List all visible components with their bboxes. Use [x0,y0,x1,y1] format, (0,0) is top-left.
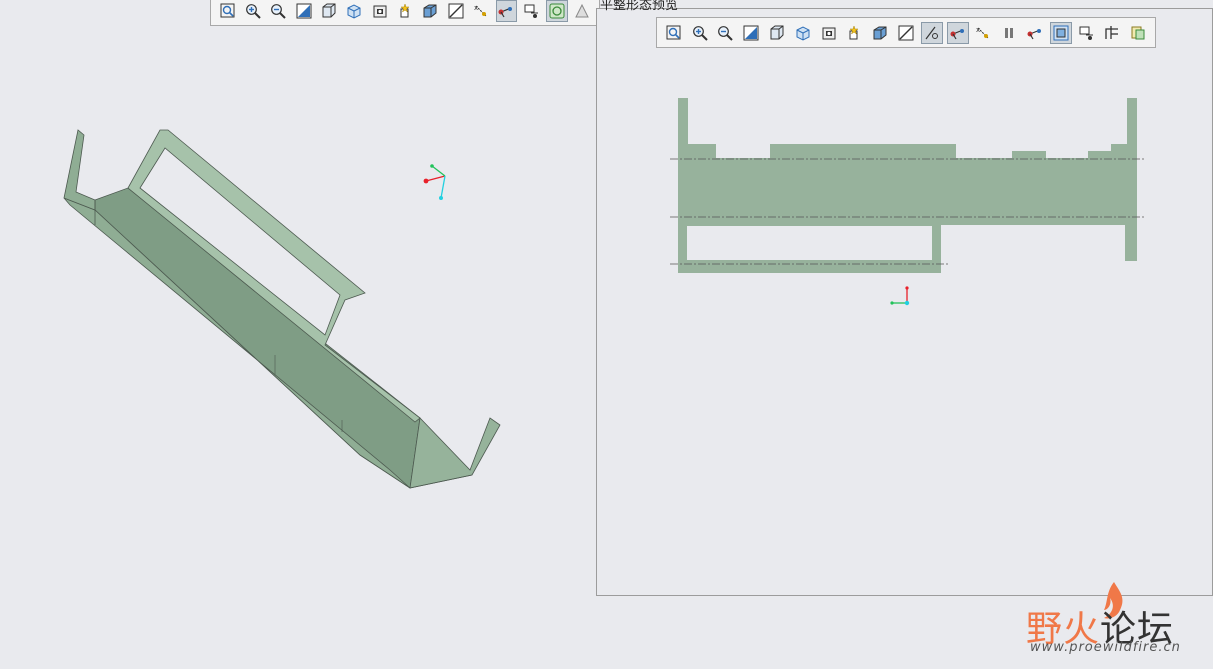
appearance-button[interactable] [546,0,568,22]
cut-icon [448,3,464,18]
csys-glyph [423,164,446,200]
pause-button[interactable] [998,22,1020,44]
spin-center-button[interactable] [1076,22,1098,44]
forum-watermark: 野火论坛 www.proewildfire.cn [1026,580,1213,665]
annotation-display-button[interactable] [1024,22,1046,44]
spin-center-button[interactable] [521,0,542,22]
zoom-in-icon [692,25,708,41]
saved-orientations-icon [796,25,810,41]
datum-display-icon: x [474,4,487,16]
axis-display-icon [950,28,964,39]
zoom-out-icon [718,25,734,41]
annotation-display-icon [1027,28,1042,39]
zoom-in-button[interactable] [689,22,711,44]
section-view-button[interactable] [869,22,891,44]
pause-icon [1005,27,1014,38]
perspective-view-icon [849,24,860,39]
spin-center-icon [1079,26,1093,40]
display-style-icon [770,25,784,39]
saved-orientations-button[interactable] [344,0,365,22]
repaint-icon [743,25,759,40]
section-view-icon [873,26,887,39]
refit-button[interactable] [217,0,238,22]
display-style-button[interactable] [318,0,339,22]
update-preview-button[interactable] [1127,22,1149,44]
svg-text:x: x [976,26,980,34]
flat-pattern-canvas[interactable] [597,9,1212,595]
view-manager-button[interactable] [369,0,390,22]
refit-button[interactable] [663,22,685,44]
plane-display-button[interactable] [920,21,943,44]
appearance-icon [549,3,565,18]
repaint-icon [296,3,312,18]
refit-icon [666,25,681,39]
csys-display-icon [1053,25,1069,40]
sync-view-icon [1105,25,1119,39]
cut-icon [898,25,914,40]
perspective-view-button[interactable] [394,0,415,22]
flat-pattern-preview-window[interactable]: 平整形态预览 [596,0,1213,596]
preview-csys-glyph [890,286,910,306]
perspective-view-button[interactable] [844,22,866,44]
more-icon [575,3,590,17]
zoom-out-button[interactable] [268,0,289,22]
update-preview-icon [1131,26,1145,39]
section-view-icon [423,4,437,17]
part-right-flange [409,417,501,489]
zoom-out-button[interactable] [715,22,737,44]
zoom-in-button[interactable] [242,0,263,22]
view-manager-button[interactable] [818,22,840,44]
view-manager-icon [373,5,387,17]
saved-orientations-icon [347,3,361,19]
part-left-flange [63,129,96,211]
annotation-display-button[interactable] [495,0,517,22]
spin-center-icon [524,4,538,18]
section-view-button[interactable] [420,0,441,22]
zoom-out-icon [271,3,287,19]
view-manager-icon [822,27,836,39]
repaint-button[interactable] [740,22,762,44]
flat-pattern-cutout [687,226,932,260]
cut-button[interactable] [445,0,466,22]
perspective-view-icon [400,2,410,17]
plane-display-icon [925,26,938,39]
display-style-button[interactable] [766,22,788,44]
repaint-button[interactable] [293,0,314,22]
datum-display-button[interactable]: x [470,0,491,22]
preview-toolbar: x [656,17,1156,48]
axis-display-button[interactable] [946,21,969,44]
display-style-icon [322,3,336,17]
main-view-toolbar: x [210,0,600,26]
saved-orientations-button[interactable] [792,22,814,44]
annotation-display-icon [498,6,513,17]
point-display-icon: x [976,26,989,38]
more-button[interactable] [572,0,593,22]
point-display-button[interactable]: x [973,22,995,44]
sync-view-button[interactable] [1102,22,1124,44]
zoom-in-icon [246,3,261,19]
refit-icon [220,3,235,17]
watermark-url: www.proewildfire.cn [1030,640,1181,655]
csys-display-button[interactable] [1049,21,1072,44]
cut-button[interactable] [895,22,917,44]
svg-text:x: x [474,4,478,12]
